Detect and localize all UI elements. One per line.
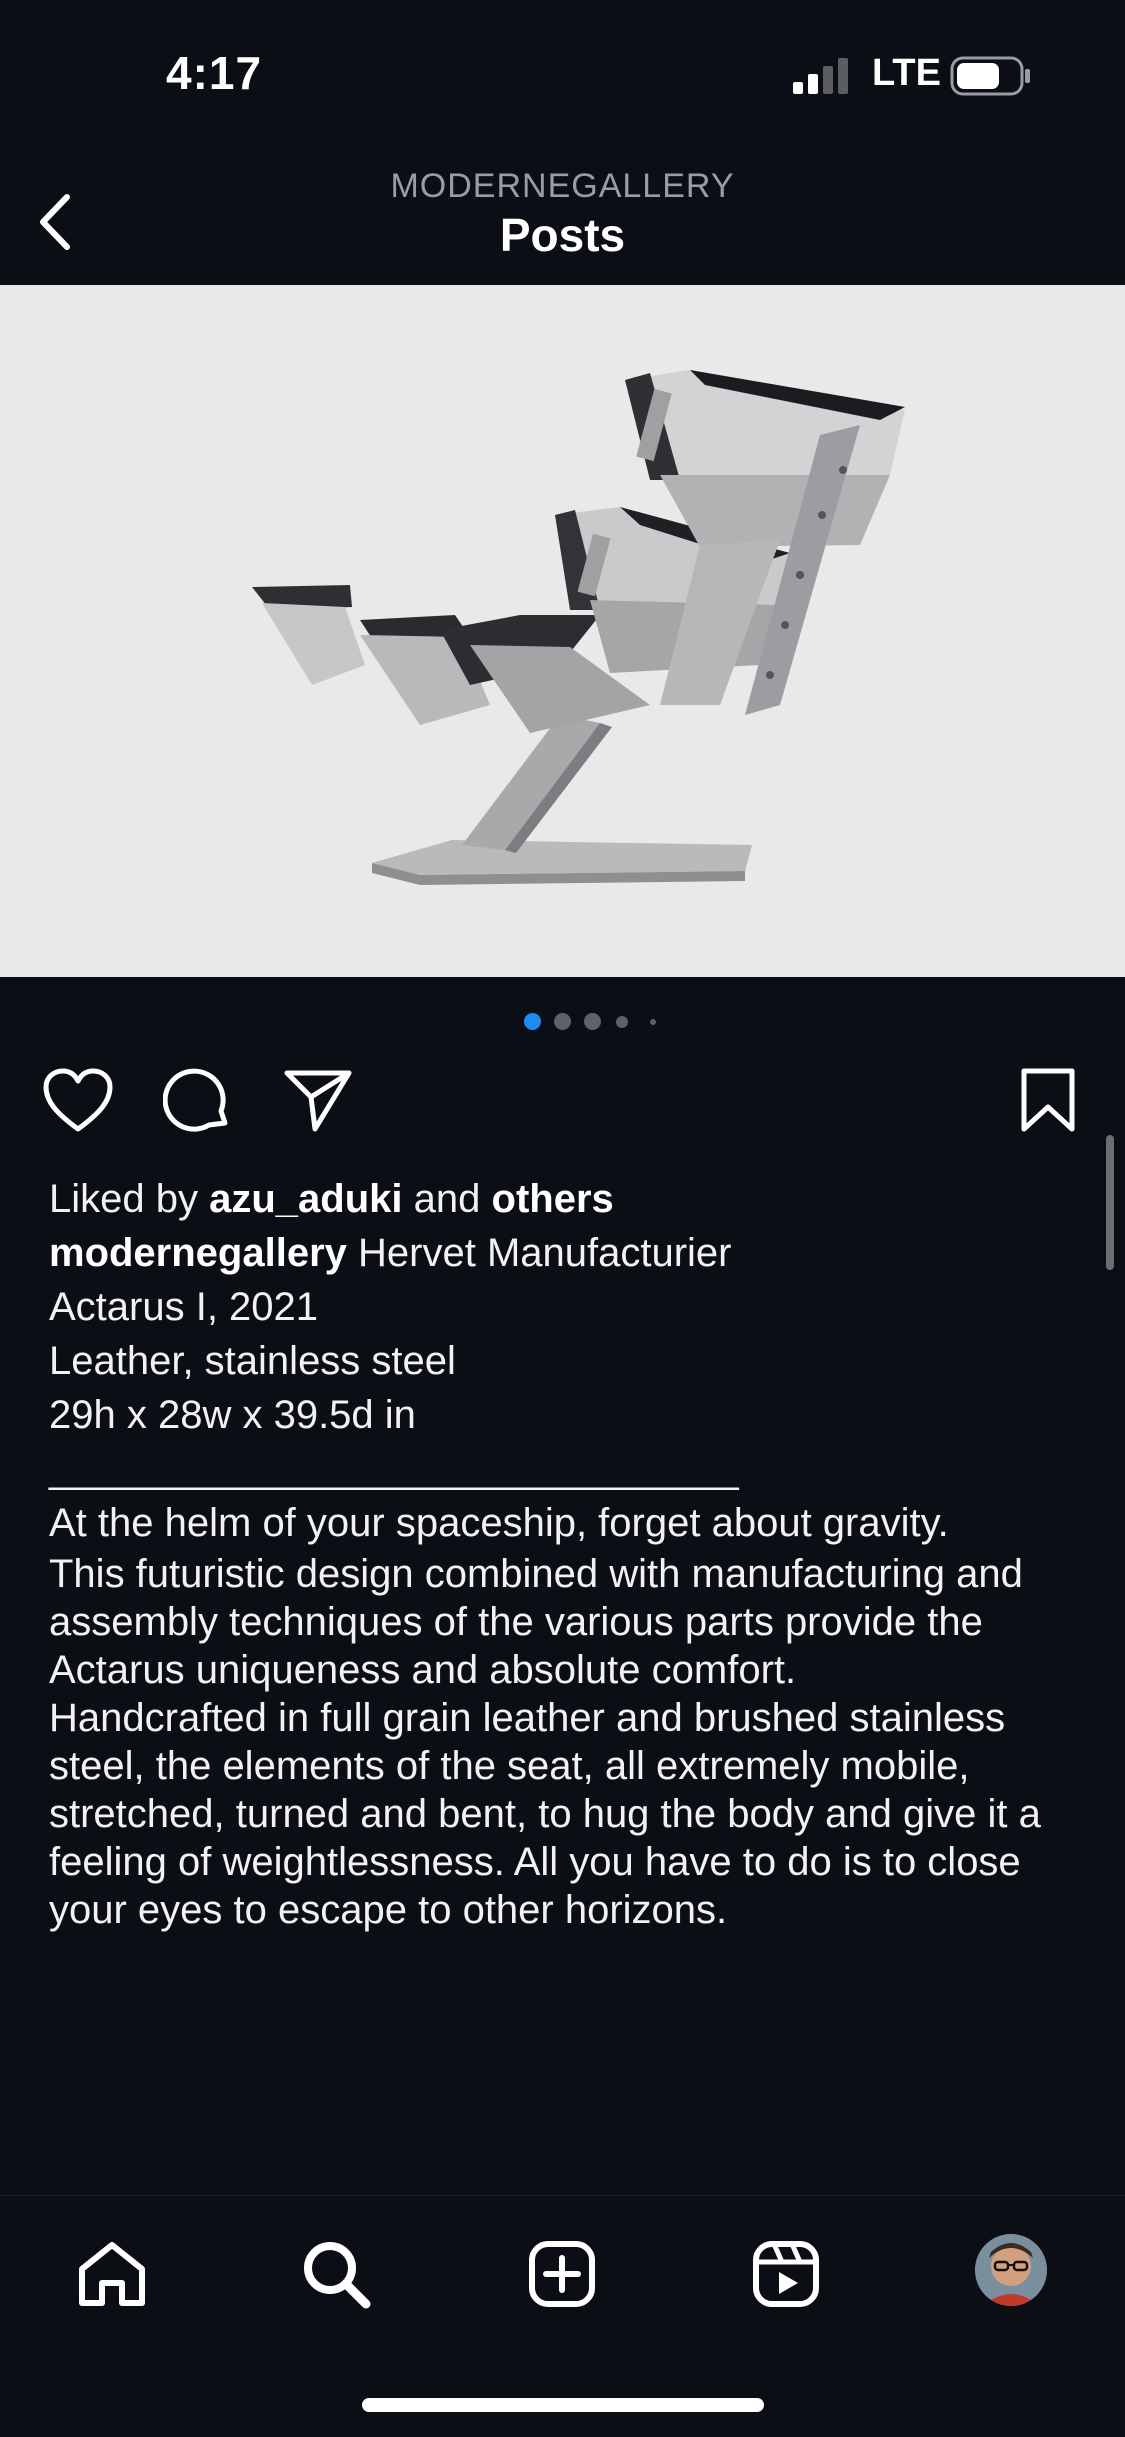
caption-line: Leather, stainless steel [49,1339,456,1383]
page-title: Posts [499,209,626,261]
home-icon [79,2242,145,2306]
bookmark-icon [1021,1068,1075,1132]
carousel-dot [554,1013,571,1030]
likes-prefix: Liked by [49,1177,198,1221]
account-name[interactable]: MODERNEGALLERY [0,167,1125,206]
search-icon [304,2242,371,2309]
chair-photo [0,285,1125,977]
caption-username[interactable]: modernegallery [49,1231,347,1275]
tab-create[interactable] [522,2234,602,2314]
create-icon [529,2241,595,2307]
share-icon [284,1070,352,1132]
heart-icon [43,1068,113,1132]
carousel-dot [616,1016,628,1028]
carousel-dot [584,1013,601,1030]
scrollbar[interactable] [1106,1135,1114,1270]
avatar-image [975,2234,1047,2306]
battery-icon [950,56,1030,96]
liker-username[interactable]: azu_aduki [209,1177,402,1221]
likes-joiner: and [413,1177,481,1221]
caption-paragraph: At the helm of your spaceship, forget ab… [49,1501,949,1545]
caption-paragraph: This futuristic design combined with man… [49,1552,1023,1692]
caption-line: Actarus I, 2021 [49,1285,319,1329]
caption-line: 29h x 28w x 39.5d in [49,1393,416,1437]
signal-icon [793,58,848,94]
carousel-dot-active [524,1013,541,1030]
status-time: 4:17 [166,47,263,99]
likes-others[interactable]: others [492,1177,614,1221]
comment-icon [163,1068,228,1132]
comment-button[interactable] [158,1060,238,1140]
status-bar: 4:17 LTE [0,0,1125,140]
caption-line: Hervet Manufacturier [358,1231,732,1275]
save-button[interactable] [1008,1060,1088,1140]
profile-avatar[interactable] [975,2234,1047,2306]
tab-search[interactable] [296,2234,376,2314]
caption-divider: _______________________________ [49,1447,739,1491]
caption-first-line: modernegallery Hervet Manufacturier [49,1226,1079,1280]
network-label: LTE [872,52,941,94]
tab-home[interactable] [72,2234,152,2314]
carousel-dot [650,1019,656,1025]
carousel-indicator [0,1012,1125,1032]
post-actions [0,1060,1125,1150]
tab-reels[interactable] [746,2234,826,2314]
share-button[interactable] [278,1060,358,1140]
caption-paragraph: Handcrafted in full grain leather and br… [49,1696,1041,1932]
nav-header: MODERNEGALLERY Posts [0,140,1125,285]
likes-line[interactable]: Liked by azu_aduki and others [49,1172,1079,1226]
post-caption: Liked by azu_aduki and others modernegal… [49,1172,1079,1934]
like-button[interactable] [38,1060,118,1140]
post-image[interactable] [0,285,1125,977]
reels-icon [753,2241,819,2307]
home-indicator[interactable] [362,2398,764,2412]
